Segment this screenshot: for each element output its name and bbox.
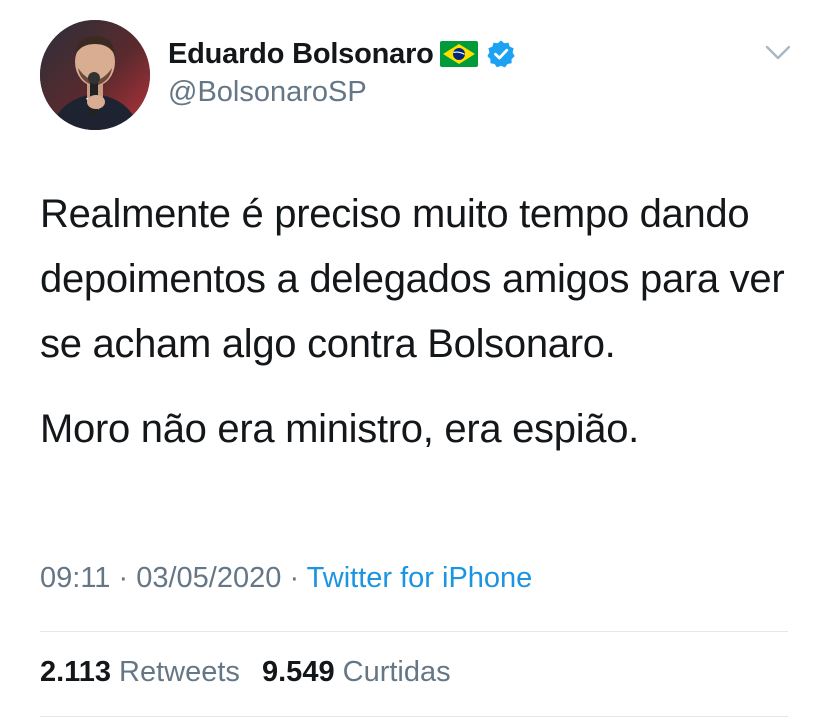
meta-separator: ·: [118, 562, 129, 594]
likes-label: Curtidas: [342, 656, 451, 688]
author-name-row[interactable]: Eduardo Bolsonaro: [168, 36, 516, 72]
brazil-flag-icon: [439, 41, 478, 67]
retweets-label: Retweets: [119, 656, 240, 688]
tweet-time[interactable]: 09:11: [40, 562, 110, 594]
meta-separator: ·: [289, 562, 300, 594]
retweets-count: 2.113: [40, 656, 111, 688]
likes-stat[interactable]: 9.549 Curtidas: [262, 656, 451, 688]
divider: [40, 716, 788, 717]
tweet-stats: 2.113 Retweets 9.549 Curtidas: [40, 656, 451, 689]
likes-count: 9.549: [262, 656, 335, 688]
tweet-meta: 09:11 · 03/05/2020 · Twitter for iPhone: [40, 562, 532, 595]
tweet-card: Eduardo Bolsonaro @BolsonaroSP Realmente…: [0, 0, 828, 724]
avatar-image: [40, 20, 150, 130]
divider: [40, 631, 788, 632]
display-name[interactable]: Eduardo Bolsonaro: [168, 38, 434, 71]
verified-badge-icon: [486, 39, 516, 69]
tweet-text: Realmente é preciso muito tempo dando de…: [40, 182, 800, 462]
retweets-stat[interactable]: 2.113 Retweets: [40, 656, 248, 688]
tweet-date[interactable]: 03/05/2020: [136, 562, 281, 594]
chevron-down-icon[interactable]: [762, 40, 794, 66]
avatar[interactable]: [40, 20, 150, 130]
tweet-paragraph: Realmente é preciso muito tempo dando de…: [40, 192, 785, 366]
tweet-paragraph: Moro não era ministro, era espião.: [40, 407, 639, 451]
tweet-source-link[interactable]: Twitter for iPhone: [307, 562, 533, 594]
author-handle[interactable]: @BolsonaroSP: [168, 76, 367, 109]
